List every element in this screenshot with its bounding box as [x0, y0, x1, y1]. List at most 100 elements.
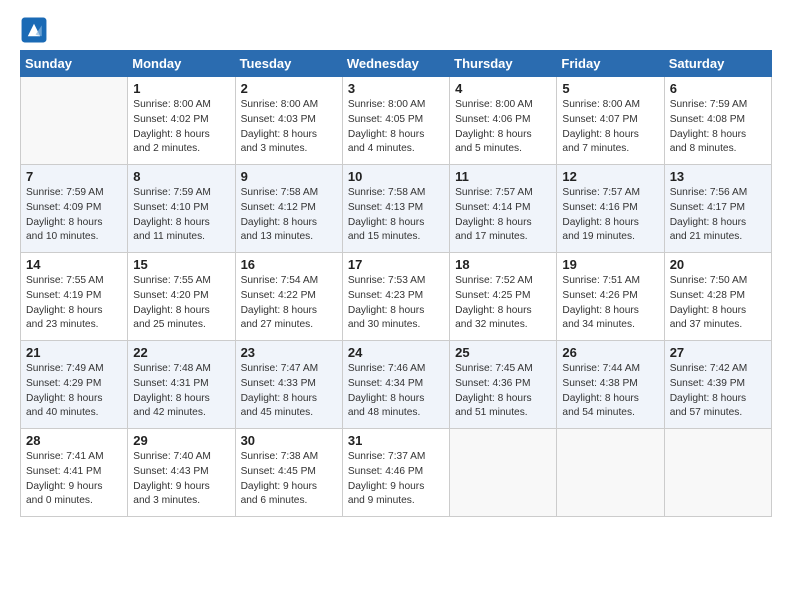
day-cell: 25 Sunrise: 7:45 AMSunset: 4:36 PMDayligh…	[450, 341, 557, 429]
day-info: Sunrise: 7:45 AMSunset: 4:36 PMDaylight:…	[455, 362, 551, 421]
day-info: Sunrise: 7:52 AMSunset: 4:25 PMDaylight:…	[455, 274, 551, 333]
day-number: 27	[670, 345, 766, 360]
day-info: Sunrise: 8:00 AMSunset: 4:02 PMDaylight:…	[133, 98, 229, 157]
day-info: Sunrise: 7:57 AMSunset: 4:14 PMDaylight:…	[455, 186, 551, 245]
day-info: Sunrise: 7:57 AMSunset: 4:16 PMDaylight:…	[562, 186, 658, 245]
day-cell: 16 Sunrise: 7:54 AMSunset: 4:22 PMDayligh…	[235, 253, 342, 341]
day-cell: 30 Sunrise: 7:38 AMSunset: 4:45 PMDayligh…	[235, 429, 342, 517]
day-number: 30	[241, 433, 337, 448]
day-number: 26	[562, 345, 658, 360]
weekday-header-thursday: Thursday	[450, 51, 557, 77]
day-number: 12	[562, 169, 658, 184]
day-cell: 24 Sunrise: 7:46 AMSunset: 4:34 PMDayligh…	[342, 341, 449, 429]
day-info: Sunrise: 7:41 AMSunset: 4:41 PMDaylight:…	[26, 450, 122, 509]
week-row-4: 21 Sunrise: 7:49 AMSunset: 4:29 PMDayligh…	[21, 341, 772, 429]
day-info: Sunrise: 7:54 AMSunset: 4:22 PMDaylight:…	[241, 274, 337, 333]
day-cell: 26Sunrise: 7:44 AMSunset: 4:38 PMDayligh…	[557, 341, 664, 429]
day-cell: 14 Sunrise: 7:55 AMSunset: 4:19 PMDayligh…	[21, 253, 128, 341]
day-info: Sunrise: 7:55 AMSunset: 4:20 PMDaylight:…	[133, 274, 229, 333]
weekday-header-tuesday: Tuesday	[235, 51, 342, 77]
day-info: Sunrise: 7:50 AMSunset: 4:28 PMDaylight:…	[670, 274, 766, 333]
day-cell: 11Sunrise: 7:57 AMSunset: 4:14 PMDayligh…	[450, 165, 557, 253]
weekday-header-saturday: Saturday	[664, 51, 771, 77]
day-cell: 27 Sunrise: 7:42 AMSunset: 4:39 PMDayligh…	[664, 341, 771, 429]
week-row-2: 7 Sunrise: 7:59 AMSunset: 4:09 PMDaylight…	[21, 165, 772, 253]
calendar-page: SundayMondayTuesdayWednesdayThursdayFrid…	[0, 0, 792, 612]
day-number: 18	[455, 257, 551, 272]
day-number: 13	[670, 169, 766, 184]
weekday-header-sunday: Sunday	[21, 51, 128, 77]
day-info: Sunrise: 7:51 AMSunset: 4:26 PMDaylight:…	[562, 274, 658, 333]
day-number: 25	[455, 345, 551, 360]
day-cell: 1 Sunrise: 8:00 AMSunset: 4:02 PMDaylight…	[128, 77, 235, 165]
day-cell: 7 Sunrise: 7:59 AMSunset: 4:09 PMDaylight…	[21, 165, 128, 253]
day-info: Sunrise: 7:46 AMSunset: 4:34 PMDaylight:…	[348, 362, 444, 421]
day-info: Sunrise: 7:58 AMSunset: 4:13 PMDaylight:…	[348, 186, 444, 245]
day-number: 21	[26, 345, 122, 360]
week-row-3: 14 Sunrise: 7:55 AMSunset: 4:19 PMDayligh…	[21, 253, 772, 341]
day-cell: 18 Sunrise: 7:52 AMSunset: 4:25 PMDayligh…	[450, 253, 557, 341]
day-cell	[450, 429, 557, 517]
day-info: Sunrise: 7:55 AMSunset: 4:19 PMDaylight:…	[26, 274, 122, 333]
day-info: Sunrise: 8:00 AMSunset: 4:07 PMDaylight:…	[562, 98, 658, 157]
day-cell: 20 Sunrise: 7:50 AMSunset: 4:28 PMDayligh…	[664, 253, 771, 341]
day-cell	[664, 429, 771, 517]
day-cell: 12 Sunrise: 7:57 AMSunset: 4:16 PMDayligh…	[557, 165, 664, 253]
day-number: 20	[670, 257, 766, 272]
weekday-header-friday: Friday	[557, 51, 664, 77]
day-number: 31	[348, 433, 444, 448]
weekday-header-wednesday: Wednesday	[342, 51, 449, 77]
day-number: 10	[348, 169, 444, 184]
day-info: Sunrise: 7:37 AMSunset: 4:46 PMDaylight:…	[348, 450, 444, 509]
day-cell: 13 Sunrise: 7:56 AMSunset: 4:17 PMDayligh…	[664, 165, 771, 253]
day-cell: 17 Sunrise: 7:53 AMSunset: 4:23 PMDayligh…	[342, 253, 449, 341]
day-cell: 4 Sunrise: 8:00 AMSunset: 4:06 PMDaylight…	[450, 77, 557, 165]
day-number: 16	[241, 257, 337, 272]
day-number: 15	[133, 257, 229, 272]
day-info: Sunrise: 7:59 AMSunset: 4:09 PMDaylight:…	[26, 186, 122, 245]
day-number: 2	[241, 81, 337, 96]
day-cell: 5 Sunrise: 8:00 AMSunset: 4:07 PMDaylight…	[557, 77, 664, 165]
day-cell: 19 Sunrise: 7:51 AMSunset: 4:26 PMDayligh…	[557, 253, 664, 341]
day-number: 8	[133, 169, 229, 184]
day-cell: 8 Sunrise: 7:59 AMSunset: 4:10 PMDaylight…	[128, 165, 235, 253]
day-number: 23	[241, 345, 337, 360]
week-row-1: 1 Sunrise: 8:00 AMSunset: 4:02 PMDaylight…	[21, 77, 772, 165]
day-cell: 15 Sunrise: 7:55 AMSunset: 4:20 PMDayligh…	[128, 253, 235, 341]
day-info: Sunrise: 7:40 AMSunset: 4:43 PMDaylight:…	[133, 450, 229, 509]
day-info: Sunrise: 7:59 AMSunset: 4:08 PMDaylight:…	[670, 98, 766, 157]
day-number: 14	[26, 257, 122, 272]
day-info: Sunrise: 7:42 AMSunset: 4:39 PMDaylight:…	[670, 362, 766, 421]
day-number: 9	[241, 169, 337, 184]
day-cell: 3Sunrise: 8:00 AMSunset: 4:05 PMDaylight…	[342, 77, 449, 165]
day-cell: 21 Sunrise: 7:49 AMSunset: 4:29 PMDayligh…	[21, 341, 128, 429]
day-cell: 10 Sunrise: 7:58 AMSunset: 4:13 PMDayligh…	[342, 165, 449, 253]
day-number: 24	[348, 345, 444, 360]
week-row-5: 28 Sunrise: 7:41 AMSunset: 4:41 PMDayligh…	[21, 429, 772, 517]
day-info: Sunrise: 7:59 AMSunset: 4:10 PMDaylight:…	[133, 186, 229, 245]
day-number: 1	[133, 81, 229, 96]
day-number: 4	[455, 81, 551, 96]
day-info: Sunrise: 7:56 AMSunset: 4:17 PMDaylight:…	[670, 186, 766, 245]
day-info: Sunrise: 7:47 AMSunset: 4:33 PMDaylight:…	[241, 362, 337, 421]
day-cell: 23 Sunrise: 7:47 AMSunset: 4:33 PMDayligh…	[235, 341, 342, 429]
day-number: 7	[26, 169, 122, 184]
day-cell: 28 Sunrise: 7:41 AMSunset: 4:41 PMDayligh…	[21, 429, 128, 517]
day-cell	[557, 429, 664, 517]
day-number: 28	[26, 433, 122, 448]
day-info: Sunrise: 7:53 AMSunset: 4:23 PMDaylight:…	[348, 274, 444, 333]
logo	[20, 16, 50, 44]
day-number: 3	[348, 81, 444, 96]
day-number: 29	[133, 433, 229, 448]
day-cell: 9Sunrise: 7:58 AMSunset: 4:12 PMDaylight…	[235, 165, 342, 253]
day-number: 22	[133, 345, 229, 360]
day-info: Sunrise: 7:38 AMSunset: 4:45 PMDaylight:…	[241, 450, 337, 509]
day-cell: 29 Sunrise: 7:40 AMSunset: 4:43 PMDayligh…	[128, 429, 235, 517]
day-cell: 31 Sunrise: 7:37 AMSunset: 4:46 PMDayligh…	[342, 429, 449, 517]
day-number: 17	[348, 257, 444, 272]
day-number: 5	[562, 81, 658, 96]
day-info: Sunrise: 7:49 AMSunset: 4:29 PMDaylight:…	[26, 362, 122, 421]
day-number: 19	[562, 257, 658, 272]
day-info: Sunrise: 8:00 AMSunset: 4:03 PMDaylight:…	[241, 98, 337, 157]
day-info: Sunrise: 8:00 AMSunset: 4:06 PMDaylight:…	[455, 98, 551, 157]
